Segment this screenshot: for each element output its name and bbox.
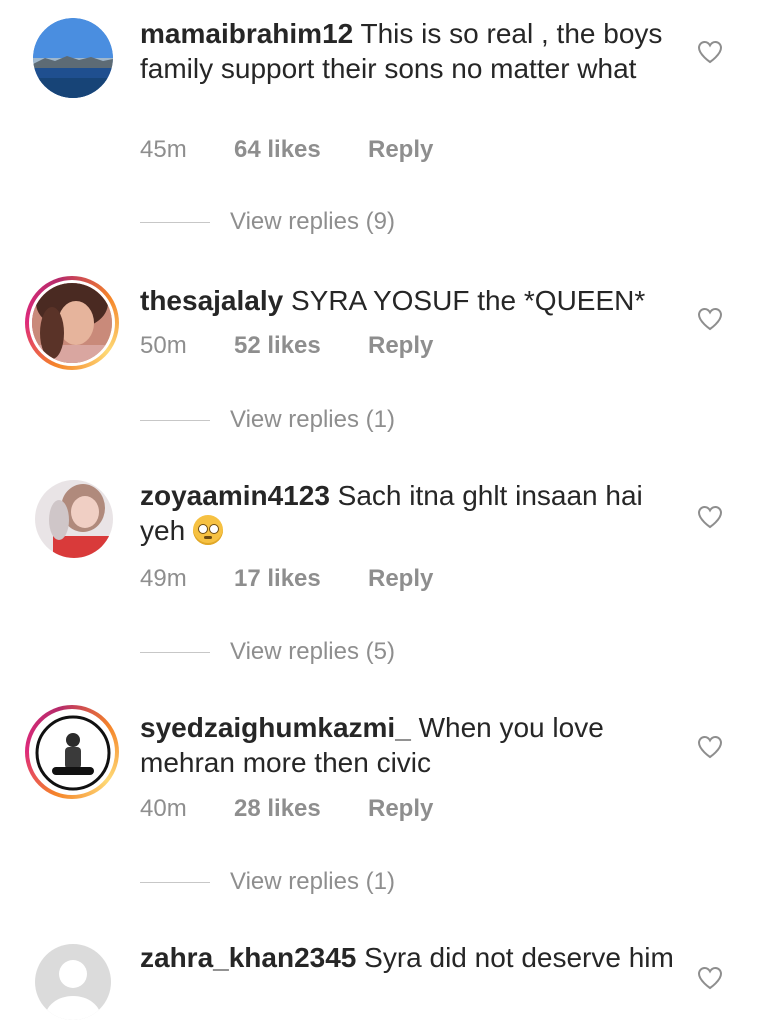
reply-button[interactable]: Reply [368,136,433,164]
comment-username[interactable]: mamaibrahim12 [140,18,353,49]
avatar[interactable] [25,705,119,799]
avatar-portrait-image [35,480,113,558]
avatar-portrait-image [32,283,112,363]
comment-body: Syra did not deserve him [364,942,674,973]
default-user-icon [45,960,101,1020]
avatar-photo [29,709,115,795]
pleading-face-emoji-icon [192,515,223,545]
reply-button[interactable]: Reply [368,332,433,360]
heart-icon[interactable] [697,307,723,331]
comment-text: zahra_khan2345 Syra did not deserve him [140,940,680,975]
view-replies-label: View replies (1) [230,406,395,433]
heart-icon[interactable] [697,966,723,990]
heart-icon[interactable] [697,735,723,759]
view-replies-label: View replies (1) [230,868,395,895]
likes-count[interactable]: 52 likes [234,332,321,360]
divider [140,222,210,223]
comment-time: 50m [140,332,187,359]
likes-count[interactable]: 64 likes [234,136,321,164]
avatar-logo-image [35,715,111,791]
avatar-landscape-image [33,18,113,98]
reply-button[interactable]: Reply [368,565,433,593]
comment-time: 49m [140,565,187,592]
likes-count[interactable]: 17 likes [234,565,321,593]
divider [140,882,210,883]
comment-time: 45m [140,136,187,163]
comment-body: SYRA YOSUF the *QUEEN* [290,285,646,316]
divider [140,652,210,653]
comment-text: syedzaighumkazmi_ When you love mehran m… [140,710,680,780]
heart-icon[interactable] [697,505,723,529]
divider [140,420,210,421]
avatar[interactable] [35,480,113,558]
view-replies-label: View replies (9) [230,208,395,235]
comment-text: zoyaamin4123 Sach itna ghlt insaan hai y… [140,478,680,548]
comment-text: mamaibrahim12 This is so real , the boys… [140,16,680,86]
comment-username[interactable]: thesajalaly [140,285,283,316]
heart-icon[interactable] [697,40,723,64]
comment-username[interactable]: syedzaighumkazmi_ [140,712,411,743]
avatar[interactable] [25,276,119,370]
comment-time: 40m [140,795,187,822]
avatar[interactable] [35,944,111,1020]
comment-username[interactable]: zoyaamin4123 [140,480,330,511]
likes-count[interactable]: 28 likes [234,795,321,823]
comment-username[interactable]: zahra_khan2345 [140,942,356,973]
avatar-photo [29,280,115,366]
comment-text: thesajalaly SYRA YOSUF the *QUEEN* [140,283,680,318]
avatar[interactable] [33,18,113,98]
reply-button[interactable]: Reply [368,795,433,823]
view-replies-label: View replies (5) [230,638,395,665]
